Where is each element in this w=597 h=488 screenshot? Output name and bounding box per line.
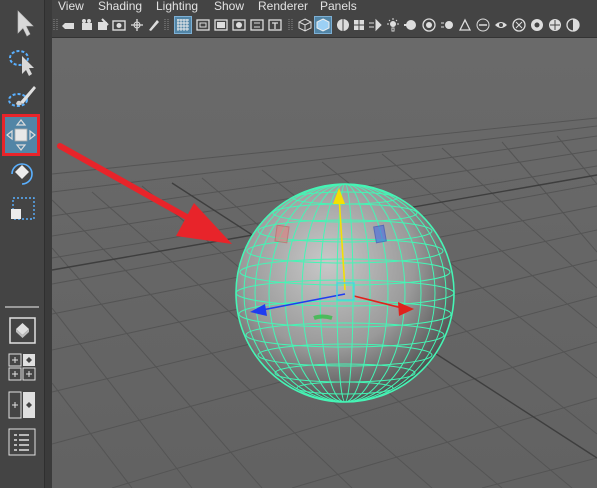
toolbar-separator-icon-2 <box>288 19 293 31</box>
image-plane-icon[interactable] <box>112 18 126 32</box>
menu-shading[interactable]: Shading <box>98 0 142 14</box>
sphere-object[interactable] <box>235 183 455 403</box>
move-icon <box>6 119 36 151</box>
two-d-pan-zoom-icon[interactable] <box>130 18 144 32</box>
gate-mask-icon[interactable] <box>232 18 246 32</box>
scale-icon <box>11 197 35 220</box>
viewport-canvas[interactable] <box>52 38 597 488</box>
screen-space-ao-icon[interactable] <box>422 18 436 32</box>
safe-action-icon[interactable] <box>268 18 282 32</box>
x-ray-joints-icon[interactable] <box>530 18 544 32</box>
gamma-icon[interactable] <box>566 18 580 32</box>
toolbox-divider <box>44 0 52 488</box>
menu-lighting[interactable]: Lighting <box>156 0 198 14</box>
toolbar-grip-icon <box>53 19 58 31</box>
select-camera-icon[interactable] <box>62 18 76 32</box>
menu-renderer[interactable]: Renderer <box>258 0 308 14</box>
camera-attributes-icon[interactable] <box>80 18 94 32</box>
wireframe-on-shaded-icon[interactable] <box>336 18 350 32</box>
outliner-layout-button[interactable] <box>8 428 36 456</box>
menu-show[interactable]: Show <box>214 0 244 14</box>
panel-menubar: View Shading Lighting Show Renderer Pane… <box>52 0 597 14</box>
move-tool-button[interactable] <box>5 117 37 153</box>
single-perspective-layout-button[interactable] <box>9 317 36 344</box>
single-view-icon <box>9 317 36 344</box>
menu-panels[interactable]: Panels <box>320 0 357 14</box>
toolbox <box>0 0 44 488</box>
depth-of-field-icon[interactable] <box>476 18 490 32</box>
rotate-tool-button[interactable] <box>4 157 40 191</box>
bookmarks-icon[interactable] <box>96 18 110 32</box>
outliner-icon <box>8 428 36 456</box>
anti-aliasing-icon[interactable] <box>458 18 472 32</box>
grid-icon <box>177 19 189 31</box>
rotate-icon <box>11 163 33 185</box>
smooth-shade-icon <box>316 18 330 32</box>
wireframe-shading-icon[interactable] <box>298 18 312 32</box>
resolution-gate-icon[interactable] <box>214 18 228 32</box>
select-tool-button[interactable] <box>4 6 40 40</box>
manipulator-plane-handle-yz[interactable] <box>373 224 387 244</box>
four-view-layout-button[interactable] <box>8 353 36 381</box>
grease-pencil-icon[interactable] <box>146 18 160 32</box>
paint-brush-icon <box>8 86 36 107</box>
toolbar-separator-icon <box>164 19 169 31</box>
x-ray-components-icon[interactable] <box>548 18 562 32</box>
shadows-icon[interactable] <box>404 18 418 32</box>
grid-toggle-button[interactable] <box>174 16 192 34</box>
two-view-layout-button[interactable] <box>8 391 36 419</box>
x-ray-icon[interactable] <box>512 18 526 32</box>
select-arrow-icon <box>17 10 34 37</box>
film-gate-icon[interactable] <box>196 18 210 32</box>
manipulator-plane-handle-xz[interactable] <box>313 314 333 320</box>
lasso-tool-button[interactable] <box>4 44 40 78</box>
lighting-bulb-icon[interactable] <box>386 18 400 32</box>
manipulator-plane-handle-xy[interactable] <box>274 224 290 244</box>
scale-tool-button[interactable] <box>4 192 40 226</box>
paint-select-tool-button[interactable] <box>4 80 40 114</box>
smooth-shade-button[interactable] <box>314 16 332 34</box>
perspective-viewport[interactable] <box>52 38 597 488</box>
four-view-icon <box>8 353 36 381</box>
toolbox-separator <box>5 306 39 308</box>
panel-toolbar <box>52 14 597 38</box>
use-all-lights-icon[interactable] <box>368 18 382 32</box>
textured-icon[interactable] <box>352 18 366 32</box>
menu-view[interactable]: View <box>58 0 84 14</box>
isolate-select-icon[interactable] <box>494 18 508 32</box>
two-view-icon <box>8 391 35 419</box>
field-chart-icon[interactable] <box>250 18 264 32</box>
motion-blur-icon[interactable] <box>440 18 454 32</box>
lasso-icon <box>9 50 34 76</box>
